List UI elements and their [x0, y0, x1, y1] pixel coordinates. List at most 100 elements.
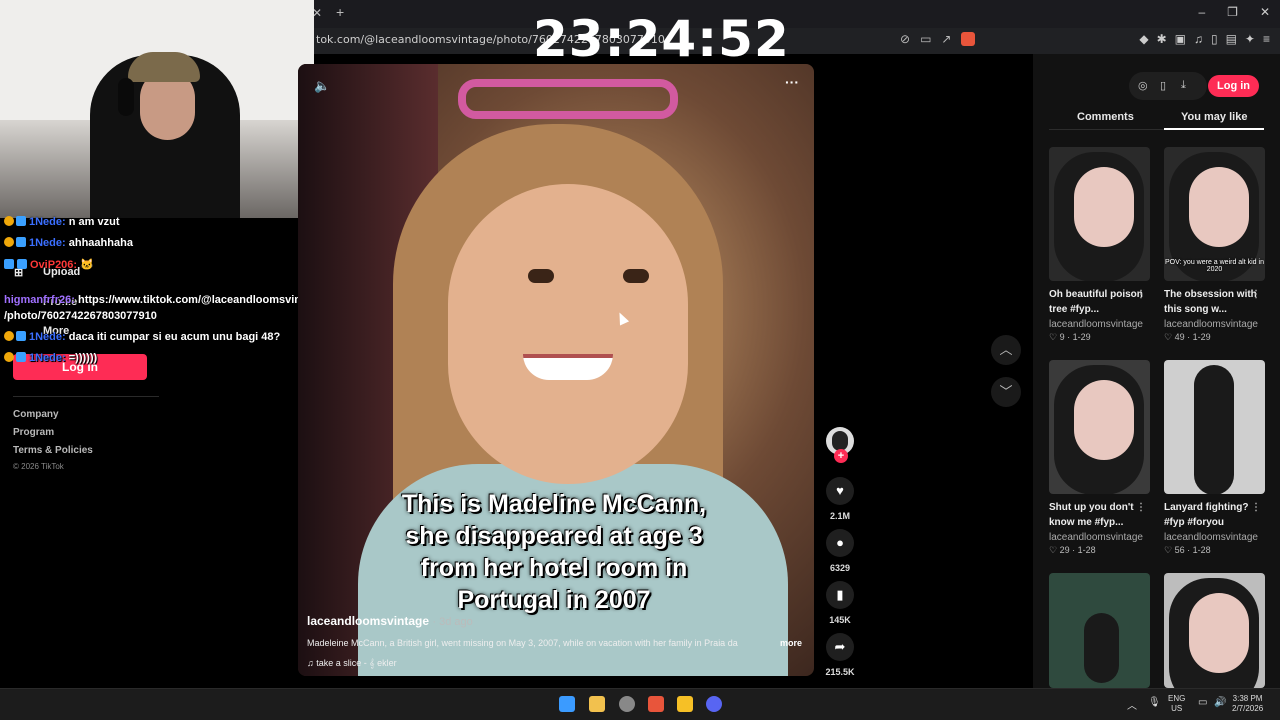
footer-link-terms[interactable]: Terms & Policies [13, 445, 93, 456]
card-more-icon[interactable]: ⋮ [1136, 500, 1146, 515]
network-icon[interactable]: ▭ [1198, 697, 1207, 708]
card-more-icon[interactable]: ⋮ [1251, 500, 1261, 515]
panel-login-button[interactable]: Log in [1208, 75, 1259, 97]
music-icon[interactable]: ♫ [1194, 32, 1203, 46]
card-meta: ♡ 56 · 1-28 [1164, 545, 1211, 555]
brave-shields-icon[interactable] [961, 32, 976, 46]
volume-icon[interactable]: 🔈 [314, 78, 330, 94]
wallet-icon[interactable]: ▣ [1175, 32, 1186, 46]
thumbnail-overlay-text: POV: you were a weird alt kid in 2020 [1165, 259, 1264, 273]
windows-taskbar [0, 688, 1280, 720]
card-thumbnail[interactable]: POV: you were a weird alt kid in 2020 [1164, 147, 1265, 281]
comment-button[interactable]: ● [826, 529, 854, 557]
video-author[interactable]: laceandloomsvintage · 3d ago [307, 614, 473, 628]
recommended-card[interactable]: Oh beautiful poison tree #fyp... ⋮ lacean… [1049, 147, 1150, 343]
chat-message: 1Nede: daca iti cumpar si eu acum unu ba… [4, 331, 280, 343]
vpn-icon[interactable]: ◆ [1139, 32, 1148, 46]
copyright: © 2026 TikTok [13, 462, 64, 471]
app-icon[interactable] [677, 696, 693, 712]
chat-message: 1Nede: n am vzut [4, 216, 119, 228]
follow-plus-icon[interactable]: + [834, 449, 848, 463]
footer-link-company[interactable]: Company [13, 409, 59, 420]
card-meta: ♡ 49 · 1-29 [1164, 332, 1211, 342]
tab-comments[interactable]: Comments [1077, 111, 1134, 123]
video-more-icon[interactable]: ··· [785, 74, 799, 90]
active-tab-indicator [1164, 128, 1264, 130]
volume-tray-icon[interactable]: 🔊 [1214, 697, 1226, 708]
menu-icon[interactable]: ≡ [1263, 32, 1270, 46]
recommended-card[interactable]: Shut up you don't know me #fyp... ⋮ lacea… [1049, 360, 1150, 556]
recommended-card[interactable]: Lanyard fighting? #fyp #foryou ⋮ laceandl… [1164, 360, 1265, 556]
share-count: 215.5K [825, 667, 855, 677]
coin-icon[interactable]: ◎ [1138, 79, 1148, 92]
chat-message: 1Nede: =)))))) [4, 352, 97, 364]
chat-message: OviP206: 🐱 [4, 258, 94, 271]
bookmark-button[interactable]: ▮ [826, 581, 854, 609]
tab-you-may-like[interactable]: You may like [1181, 111, 1247, 123]
tray-chevron-icon[interactable]: ︿ [1127, 697, 1137, 712]
card-thumbnail[interactable] [1164, 360, 1265, 494]
download-icon[interactable]: ⤓ [1181, 79, 1186, 92]
chat-message: /photo/7602742267803077910 [4, 310, 157, 322]
no-translate-icon[interactable]: ⊘ [900, 32, 910, 46]
footer-link-program[interactable]: Program [13, 427, 54, 438]
recommended-card[interactable] [1049, 573, 1150, 688]
card-meta: ♡ 9 · 1-29 [1049, 332, 1091, 342]
card-title: Oh beautiful poison tree #fyp... [1049, 289, 1143, 315]
card-author[interactable]: laceandloomsvintage [1164, 319, 1265, 330]
video-description: Madeleine McCann, a British girl, went m… [307, 638, 738, 648]
sidebar-divider [13, 396, 159, 397]
card-title: The obsession with this song w... [1164, 289, 1257, 315]
webcam-overlay [0, 0, 314, 218]
save-count: 145K [829, 615, 851, 625]
like-button[interactable]: ♥ [826, 477, 854, 505]
description-more-link[interactable]: more [780, 638, 802, 648]
file-explorer-icon[interactable] [589, 696, 605, 712]
device-icon[interactable]: ▯ [1160, 79, 1166, 92]
card-author[interactable]: laceandloomsvintage [1164, 532, 1265, 543]
toolbar-right-icons: ◆ ✱ ▣ ♫ ▯ ▤ ✦ ≡ [1139, 32, 1270, 46]
card-title: Shut up you don't know me #fyp... [1049, 502, 1134, 528]
video-caption: This is Madeline McCann, she disappeared… [401, 490, 707, 614]
card-title: Lanyard fighting? #fyp #foryou [1164, 502, 1249, 528]
brave-icon[interactable] [648, 696, 664, 712]
extensions-icon[interactable]: ✱ [1157, 32, 1167, 46]
new-tab-icon[interactable]: + [336, 4, 344, 20]
card-thumbnail[interactable] [1049, 147, 1150, 281]
taskbar-clock[interactable]: 3:38 PM 2/7/2026 [1232, 694, 1263, 714]
maximize-icon[interactable]: ❐ [1227, 5, 1238, 19]
stream-clock: 23:24:52 [533, 10, 790, 68]
chat-message: higmanfrfr26: https://www.tiktok.com/@la… [4, 294, 324, 306]
card-author[interactable]: laceandloomsvintage [1049, 319, 1150, 330]
leo-ai-icon[interactable]: ✦ [1245, 32, 1255, 46]
comment-count: 6329 [829, 563, 851, 573]
chat-message: 1Nede: ahhaahhaha [4, 237, 133, 249]
card-more-icon[interactable]: ⋮ [1251, 287, 1261, 302]
like-count: 2.1M [829, 511, 850, 521]
previous-video-button[interactable]: ︿ [991, 335, 1021, 365]
start-icon[interactable] [559, 696, 575, 712]
close-window-icon[interactable]: ✕ [1260, 5, 1270, 19]
next-video-button[interactable]: ﹀ [991, 377, 1021, 407]
obs-icon[interactable] [619, 696, 635, 712]
language-indicator[interactable]: ENG US [1168, 694, 1185, 714]
window-controls: – ❐ ✕ [1198, 5, 1270, 19]
video-music[interactable]: ♫ take a slice - 𝄞 ekler [307, 658, 397, 669]
card-thumbnail[interactable] [1049, 573, 1150, 688]
card-more-icon[interactable]: ⋮ [1136, 287, 1146, 302]
minimize-icon[interactable]: – [1198, 5, 1205, 19]
card-thumbnail[interactable] [1049, 360, 1150, 494]
share-button[interactable]: ➦ [826, 633, 854, 661]
recommended-card[interactable]: POV: you were a weird alt kid in 2020 Th… [1164, 147, 1265, 343]
address-bar-icons: ⊘ ▭ ↗ [900, 32, 976, 46]
discord-icon[interactable] [706, 696, 722, 712]
card-author[interactable]: laceandloomsvintage [1049, 532, 1150, 543]
mic-icon[interactable]: 🎙 [1148, 697, 1161, 708]
reading-list-icon[interactable]: ▤ [1226, 32, 1237, 46]
sidebar-toggle-icon[interactable]: ▯ [1211, 32, 1218, 46]
share-icon[interactable]: ↗ [941, 32, 951, 46]
card-thumbnail[interactable] [1164, 573, 1265, 688]
card-meta: ♡ 29 · 1-28 [1049, 545, 1096, 555]
cast-icon[interactable]: ▭ [920, 32, 931, 46]
recommended-card[interactable] [1164, 573, 1265, 688]
